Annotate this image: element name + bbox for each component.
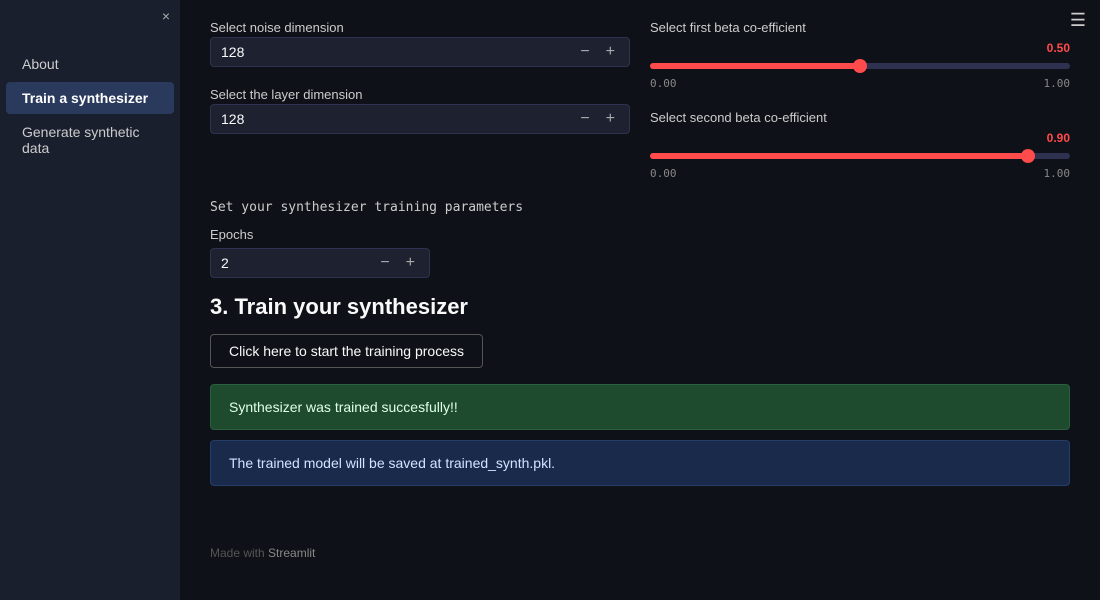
close-icon[interactable]: ×	[162, 8, 170, 24]
training-params-heading: Set your synthesizer training parameters	[210, 200, 1070, 215]
epochs-value: 2	[221, 255, 368, 271]
noise-label: Select noise dimension	[210, 20, 630, 35]
beta2-fill	[650, 153, 1028, 159]
beta1-thumb	[853, 59, 867, 73]
success-message: Synthesizer was trained succesfully!!	[229, 399, 458, 415]
sidebar-item-train[interactable]: Train a synthesizer	[6, 82, 174, 114]
main-content: ☰ Select noise dimension 128 − + Select …	[180, 0, 1100, 600]
success-alert: Synthesizer was trained succesfully!!	[210, 384, 1070, 430]
info-message: The trained model will be saved at train…	[229, 455, 555, 471]
beta1-label: Select first beta co-efficient	[650, 20, 1070, 35]
beta1-range: 0.00 1.00	[650, 77, 1070, 90]
beta1-max: 1.00	[1044, 77, 1071, 90]
right-params: Select first beta co-efficient 0.50 0.00…	[650, 20, 1070, 180]
sidebar-nav: About Train a synthesizer Generate synth…	[0, 48, 180, 164]
params-grid: Select noise dimension 128 − + Select th…	[210, 20, 1070, 180]
info-alert: The trained model will be saved at train…	[210, 440, 1070, 486]
noise-decrement-button[interactable]: −	[576, 44, 593, 60]
beta1-group: Select first beta co-efficient 0.50 0.00…	[650, 20, 1070, 90]
left-params: Select noise dimension 128 − + Select th…	[210, 20, 630, 180]
beta2-thumb	[1021, 149, 1035, 163]
layer-value: 128	[221, 111, 568, 127]
noise-stepper[interactable]: 128 − +	[210, 37, 630, 67]
layer-increment-button[interactable]: +	[602, 111, 619, 127]
train-button[interactable]: Click here to start the training process	[210, 334, 483, 368]
footer: Made with Streamlit	[210, 546, 1070, 560]
footer-streamlit-link[interactable]: Streamlit	[268, 546, 315, 560]
beta1-value: 0.50	[1047, 41, 1070, 55]
beta1-fill	[650, 63, 860, 69]
beta2-range: 0.00 1.00	[650, 167, 1070, 180]
beta2-max: 1.00	[1044, 167, 1071, 180]
beta2-min: 0.00	[650, 167, 677, 180]
sidebar: × About Train a synthesizer Generate syn…	[0, 0, 180, 600]
epochs-stepper[interactable]: 2 − +	[210, 248, 430, 278]
layer-label: Select the layer dimension	[210, 87, 630, 102]
epochs-decrement-button[interactable]: −	[376, 255, 393, 271]
beta2-group: Select second beta co-efficient 0.90 0.0…	[650, 110, 1070, 180]
section-heading: 3. Train your synthesizer	[210, 294, 1070, 320]
sidebar-item-generate[interactable]: Generate synthetic data	[6, 116, 174, 164]
training-params-section: Set your synthesizer training parameters…	[210, 200, 1070, 278]
beta2-label: Select second beta co-efficient	[650, 110, 1070, 125]
hamburger-icon[interactable]: ☰	[1070, 10, 1086, 31]
beta2-value: 0.90	[1047, 131, 1070, 145]
layer-stepper[interactable]: 128 − +	[210, 104, 630, 134]
layer-dimension-group: Select the layer dimension 128 − +	[210, 87, 630, 134]
noise-value: 128	[221, 44, 568, 60]
footer-made-with: Made with	[210, 546, 265, 560]
beta1-slider[interactable]	[650, 63, 1070, 69]
sidebar-item-about[interactable]: About	[6, 48, 174, 80]
epochs-label: Epochs	[210, 227, 1070, 242]
noise-increment-button[interactable]: +	[602, 44, 619, 60]
beta1-min: 0.00	[650, 77, 677, 90]
noise-dimension-group: Select noise dimension 128 − +	[210, 20, 630, 67]
beta2-slider[interactable]	[650, 153, 1070, 159]
epochs-increment-button[interactable]: +	[402, 255, 419, 271]
layer-decrement-button[interactable]: −	[576, 111, 593, 127]
